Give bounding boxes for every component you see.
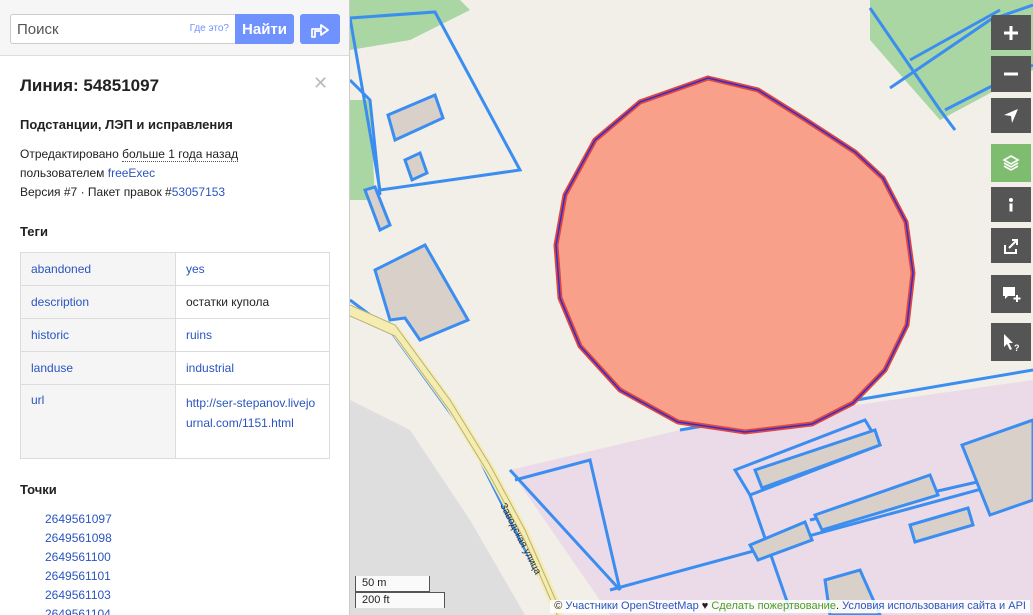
- app-root: Где это? Найти Линия: 54851097 ✕ Подстан…: [0, 0, 1033, 615]
- version-label: Версия #7 · Пакет правок #: [20, 185, 172, 199]
- tag-value: остатки купола: [175, 285, 330, 319]
- user-link[interactable]: freeExec: [108, 166, 155, 180]
- note-icon: [1003, 287, 1021, 302]
- directions-icon: [311, 24, 329, 38]
- search-input[interactable]: [17, 15, 177, 43]
- table-row: url http://ser-stepanov.livejournal.com/…: [20, 384, 330, 459]
- add-note-button[interactable]: [991, 275, 1031, 313]
- node-link[interactable]: 2649561100: [45, 548, 112, 567]
- edited-time: больше 1 года назад: [122, 147, 239, 162]
- edit-info: Отредактировано больше 1 года назад поль…: [20, 145, 340, 202]
- tag-value[interactable]: industrial: [175, 351, 330, 385]
- info-icon: [1009, 197, 1013, 211]
- node-link[interactable]: 2649561104: [45, 605, 112, 615]
- node-link[interactable]: 2649561103: [45, 586, 112, 605]
- tags-heading: Теги: [20, 224, 48, 239]
- tag-value-url[interactable]: http://ser-stepanov.livejournal.com/1151…: [175, 384, 330, 459]
- tag-value[interactable]: ruins: [175, 318, 330, 352]
- heart: ♥: [698, 600, 712, 612]
- scale-imperial: 200 ft: [355, 592, 445, 608]
- table-row: description остатки купола: [20, 285, 330, 319]
- changeset-comment: Подстанции, ЛЭП и исправления: [20, 117, 233, 132]
- donate-link[interactable]: Сделать пожертвование: [711, 600, 836, 612]
- scale-metric: 50 m: [355, 576, 430, 592]
- by-label: пользователем: [20, 166, 108, 180]
- where-is-this-link[interactable]: Где это?: [190, 23, 229, 34]
- zoom-out-icon: [1004, 72, 1018, 76]
- tag-key[interactable]: abandoned: [20, 252, 176, 286]
- map-view[interactable]: Заводская улица 50 m 200 ft © Участники …: [350, 0, 1033, 615]
- tag-key[interactable]: historic: [20, 318, 176, 352]
- layers-button[interactable]: [991, 144, 1031, 182]
- search-box: Где это?: [10, 14, 235, 44]
- query-features-button[interactable]: ?: [991, 323, 1031, 361]
- sidebar: Где это? Найти Линия: 54851097 ✕ Подстан…: [0, 0, 350, 615]
- tag-value[interactable]: yes: [175, 252, 330, 286]
- locate-icon: [1004, 108, 1018, 123]
- zoom-out-button[interactable]: [991, 56, 1031, 92]
- feature-title: Линия: 54851097: [20, 76, 160, 95]
- layers-icon: [1002, 155, 1020, 171]
- share-icon: [1004, 238, 1018, 254]
- tag-key[interactable]: landuse: [20, 351, 176, 385]
- node-link[interactable]: 2649561098: [45, 529, 112, 548]
- locate-button[interactable]: [991, 98, 1031, 133]
- map-canvas[interactable]: Заводская улица: [350, 0, 1033, 615]
- node-link[interactable]: 2649561097: [45, 510, 112, 529]
- changeset-link[interactable]: 53057153: [172, 185, 225, 199]
- tags-table: abandoned yes description остатки купола…: [20, 252, 330, 459]
- share-button[interactable]: [991, 228, 1031, 263]
- query-icon: ?: [1004, 334, 1020, 352]
- table-row: abandoned yes: [20, 252, 330, 286]
- zoom-in-icon: [1004, 25, 1018, 40]
- street-label: Заводская улица: [497, 501, 543, 577]
- terms-link[interactable]: Условия использования сайта и API: [842, 600, 1026, 612]
- nodes-list: 2649561097 2649561098 2649561100 2649561…: [45, 510, 112, 615]
- nodes-heading: Точки: [20, 482, 57, 497]
- close-icon[interactable]: ✕: [313, 74, 328, 92]
- directions-button[interactable]: [300, 14, 340, 44]
- copyright: ©: [554, 600, 566, 612]
- search-button[interactable]: Найти: [235, 14, 294, 44]
- zoom-in-button[interactable]: [991, 15, 1031, 50]
- tag-key[interactable]: url: [20, 384, 176, 459]
- tag-key[interactable]: description: [20, 285, 176, 319]
- node-link[interactable]: 2649561101: [45, 567, 112, 586]
- svg-text:?: ?: [1014, 343, 1020, 352]
- info-button[interactable]: [991, 187, 1031, 222]
- scale-bar: 50 m 200 ft: [355, 576, 445, 608]
- search-bar: Где это? Найти: [0, 0, 349, 56]
- edited-prefix: Отредактировано: [20, 147, 123, 161]
- contributors-link[interactable]: Участники OpenStreetMap: [565, 600, 698, 612]
- attribution: © Участники OpenStreetMap ♥ Сделать поже…: [550, 600, 1030, 613]
- table-row: landuse industrial: [20, 351, 330, 385]
- table-row: historic ruins: [20, 318, 330, 352]
